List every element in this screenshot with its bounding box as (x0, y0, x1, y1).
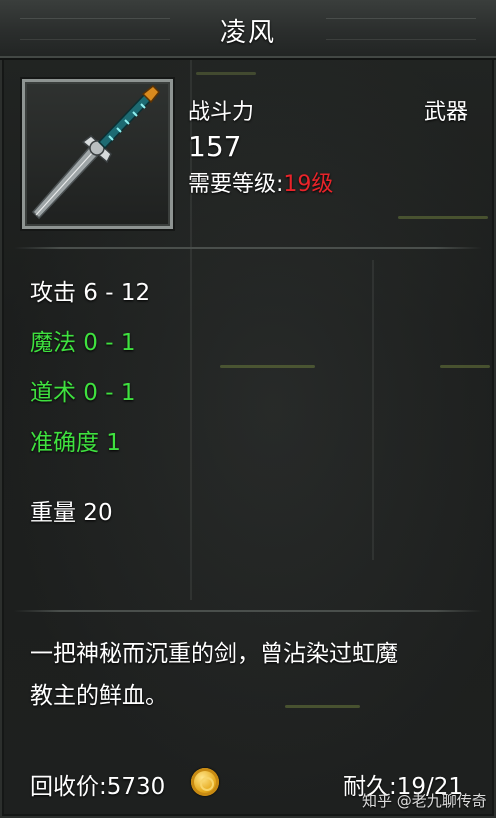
background-decoration (196, 72, 256, 75)
combat-power-label: 战斗力 (188, 100, 255, 125)
background-decoration (372, 260, 374, 560)
background-decoration (285, 705, 360, 708)
title-bar: 凌风 (0, 0, 496, 58)
stat-attack: 攻击 6 - 12 (30, 280, 151, 306)
stat-magic: 魔法 0 - 1 (30, 330, 136, 356)
item-icon-slot (22, 79, 173, 229)
sword-icon (31, 84, 161, 220)
level-requirement-label: 需要等级: (188, 172, 284, 197)
description-line-2: 教主的鲜血。 (30, 683, 168, 709)
recycle-price: 回收价:5730 (30, 774, 166, 800)
stat-accuracy: 准确度 1 (30, 430, 121, 456)
background-decoration (440, 365, 490, 368)
item-category: 武器 (424, 100, 469, 125)
gold-coin-icon (191, 768, 219, 796)
divider-description (14, 610, 482, 612)
background-decoration (398, 216, 488, 219)
stat-weight: 重量 20 (30, 500, 113, 526)
description-line-1: 一把神秘而沉重的剑，曾沾染过虹魔 (30, 641, 398, 667)
watermark: 知乎 @老九聊传奇 (362, 792, 487, 810)
background-decoration (220, 365, 315, 368)
combat-power-value: 157 (188, 130, 242, 163)
item-name: 凌风 (219, 18, 276, 48)
item-tooltip-panel: 凌风 战斗力 武器 157 需要等级:19级 攻击 6 - 12 魔法 0 - … (0, 0, 496, 818)
divider-top (14, 247, 482, 249)
level-requirement: 需要等级:19级 (188, 166, 333, 198)
stat-taoism: 道术 0 - 1 (30, 380, 136, 406)
level-requirement-value: 19级 (283, 172, 334, 197)
